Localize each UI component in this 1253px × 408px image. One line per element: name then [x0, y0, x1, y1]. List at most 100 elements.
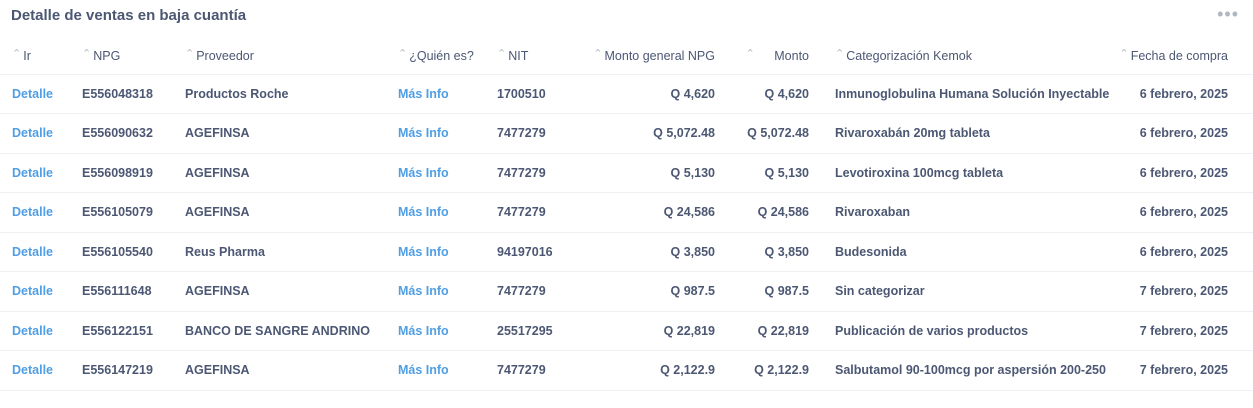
categorizacion-cell: Salbutamol 90-100mcg por aspersión 200-2…	[815, 350, 1112, 391]
fecha-cell: 7 febrero, 2025	[1112, 271, 1253, 311]
fecha-cell: 6 febrero, 2025	[1112, 152, 1253, 193]
npg-cell: E556048318	[72, 73, 175, 114]
proveedor-cell: AGEFINSA	[175, 271, 388, 311]
column-header-categorizacion[interactable]: ⌃ Categorización Kemok	[815, 36, 1112, 74]
detalle-link[interactable]: Detalle	[0, 113, 72, 153]
categorizacion-cell: Publicación de varios productos	[815, 310, 1112, 351]
sort-icon: ⌃	[745, 47, 755, 60]
table-row: Detalle E556098919 AGEFINSA Más Info 7477279…	[0, 152, 1253, 193]
monto-cell: Q 5,130	[721, 152, 815, 193]
sort-icon: ⌃	[593, 47, 603, 60]
nit-cell: 94197016	[489, 231, 581, 272]
npg-cell: E556090632	[72, 113, 175, 153]
fecha-cell: 7 febrero, 2025	[1112, 310, 1253, 351]
table-row: Detalle E556048318 Productos Roche Más Info…	[0, 73, 1253, 114]
table-header-row: ⌃ Ir ⌃ NPG ⌃ Proveedor ⌃ ¿Quién es? ⌃ NIT ⌃ Mo…	[0, 36, 1253, 74]
mas-info-link[interactable]: Más Info	[388, 152, 489, 193]
column-header-npg[interactable]: ⌃ NPG	[72, 36, 175, 74]
proveedor-cell: AGEFINSA	[175, 152, 388, 193]
proveedor-cell: AGEFINSA	[175, 350, 388, 391]
npg-cell: E556105540	[72, 231, 175, 272]
sort-icon: ⌃	[12, 47, 22, 60]
column-header-monto[interactable]: ⌃ Monto	[721, 36, 815, 74]
fecha-cell: 6 febrero, 2025	[1112, 192, 1253, 232]
monto-general-cell: Q 2,122.9	[581, 350, 721, 391]
table-row: Detalle E556105540 Reus Pharma Más Info 9419…	[0, 231, 1253, 272]
column-header-fecha[interactable]: ⌃ Fecha de compra	[1112, 36, 1253, 74]
npg-cell: E556105079	[72, 192, 175, 232]
monto-general-cell: Q 5,072.48	[581, 113, 721, 153]
npg-cell: E556122151	[72, 310, 175, 351]
fecha-cell: 6 febrero, 2025	[1112, 231, 1253, 272]
proveedor-cell: BANCO DE SANGRE ANDRINO	[175, 310, 388, 351]
table-row: Detalle E556090632 AGEFINSA Más Info 7477279…	[0, 113, 1253, 153]
table-row: Detalle E556122151 BANCO DE SANGRE ANDRINO…	[0, 310, 1253, 351]
monto-cell: Q 987.5	[721, 271, 815, 311]
table-row: Detalle E556147219 AGEFINSA Más Info 7477279…	[0, 350, 1253, 391]
detalle-link[interactable]: Detalle	[0, 231, 72, 272]
column-header-proveedor[interactable]: ⌃ Proveedor	[175, 36, 388, 74]
sort-icon: ⌃	[835, 47, 845, 60]
monto-cell: Q 24,586	[721, 192, 815, 232]
monto-general-cell: Q 24,586	[581, 192, 721, 232]
npg-cell: E556098919	[72, 152, 175, 193]
monto-cell: Q 4,620	[721, 73, 815, 114]
column-header-nit[interactable]: ⌃ NIT	[489, 36, 581, 74]
monto-cell: Q 22,819	[721, 310, 815, 351]
monto-cell: Q 5,072.48	[721, 113, 815, 153]
nit-cell: 7477279	[489, 271, 581, 311]
proveedor-cell: Reus Pharma	[175, 231, 388, 272]
proveedor-cell: AGEFINSA	[175, 113, 388, 153]
nit-cell: 7477279	[489, 113, 581, 153]
sort-icon: ⌃	[497, 47, 507, 60]
categorizacion-cell: Budesonida	[815, 231, 1112, 272]
monto-cell: Q 2,122.9	[721, 350, 815, 391]
categorizacion-cell: Inmunoglobulina Humana Solución Inyectab…	[815, 73, 1112, 114]
detalle-link[interactable]: Detalle	[0, 310, 72, 351]
nit-cell: 25517295	[489, 310, 581, 351]
monto-general-cell: Q 5,130	[581, 152, 721, 193]
categorizacion-cell: Sin categorizar	[815, 271, 1112, 311]
proveedor-cell: Productos Roche	[175, 73, 388, 114]
sales-table: ⌃ Ir ⌃ NPG ⌃ Proveedor ⌃ ¿Quién es? ⌃ NIT ⌃ Mo…	[0, 36, 1253, 391]
monto-general-cell: Q 4,620	[581, 73, 721, 114]
monto-general-cell: Q 987.5	[581, 271, 721, 311]
detalle-link[interactable]: Detalle	[0, 271, 72, 311]
sort-icon: ⌃	[1119, 47, 1129, 60]
proveedor-cell: AGEFINSA	[175, 192, 388, 232]
sort-icon: ⌃	[398, 47, 408, 60]
monto-general-cell: Q 22,819	[581, 310, 721, 351]
npg-cell: E556111648	[72, 271, 175, 311]
nit-cell: 1700510	[489, 73, 581, 114]
detalle-link[interactable]: Detalle	[0, 152, 72, 193]
sort-icon: ⌃	[82, 47, 92, 60]
detalle-link[interactable]: Detalle	[0, 350, 72, 391]
fecha-cell: 6 febrero, 2025	[1112, 113, 1253, 153]
fecha-cell: 6 febrero, 2025	[1112, 73, 1253, 114]
nit-cell: 7477279	[489, 192, 581, 232]
table-row: Detalle E556105079 AGEFINSA Más Info 7477279…	[0, 192, 1253, 232]
column-header-quien-es[interactable]: ⌃ ¿Quién es?	[388, 36, 489, 74]
mas-info-link[interactable]: Más Info	[388, 231, 489, 272]
npg-cell: E556147219	[72, 350, 175, 391]
mas-info-link[interactable]: Más Info	[388, 271, 489, 311]
nit-cell: 7477279	[489, 152, 581, 193]
categorizacion-cell: Levotiroxina 100mcg tableta	[815, 152, 1112, 193]
monto-cell: Q 3,850	[721, 231, 815, 272]
mas-info-link[interactable]: Más Info	[388, 192, 489, 232]
nit-cell: 7477279	[489, 350, 581, 391]
more-options-icon[interactable]: •••	[1217, 4, 1239, 24]
mas-info-link[interactable]: Más Info	[388, 310, 489, 351]
table-body: Detalle E556048318 Productos Roche Más Info…	[0, 73, 1253, 391]
column-header-monto-general-npg[interactable]: ⌃ Monto general NPG	[581, 36, 721, 74]
monto-general-cell: Q 3,850	[581, 231, 721, 272]
column-header-ir[interactable]: ⌃ Ir	[0, 36, 72, 74]
detalle-link[interactable]: Detalle	[0, 192, 72, 232]
mas-info-link[interactable]: Más Info	[388, 73, 489, 114]
mas-info-link[interactable]: Más Info	[388, 350, 489, 391]
mas-info-link[interactable]: Más Info	[388, 113, 489, 153]
fecha-cell: 7 febrero, 2025	[1112, 350, 1253, 391]
sort-icon: ⌃	[185, 47, 195, 60]
detalle-link[interactable]: Detalle	[0, 73, 72, 114]
table-row: Detalle E556111648 AGEFINSA Más Info 7477279…	[0, 271, 1253, 311]
